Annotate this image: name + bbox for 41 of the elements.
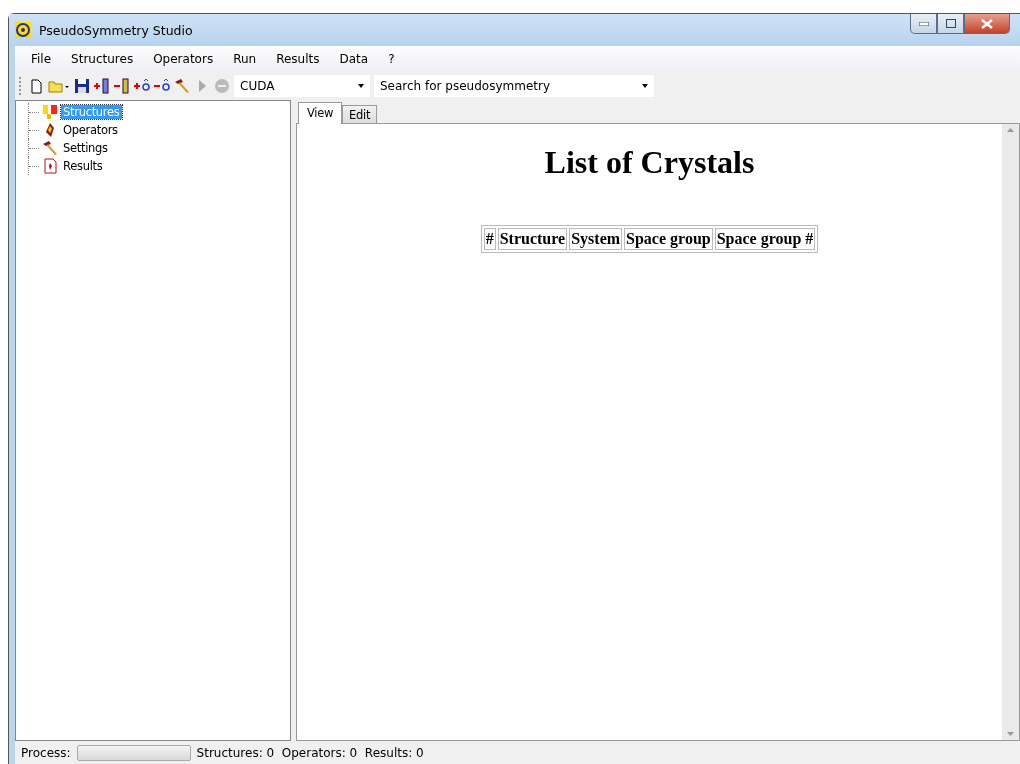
remove-crystal-icon[interactable] bbox=[114, 78, 130, 94]
document-icon bbox=[42, 158, 58, 174]
new-file-icon[interactable] bbox=[28, 78, 44, 94]
hammer-icon[interactable] bbox=[174, 78, 190, 94]
add-operator-icon[interactable] bbox=[134, 78, 150, 94]
add-crystal-icon[interactable] bbox=[94, 78, 110, 94]
column-header: Structure bbox=[497, 228, 568, 250]
dropdown-arrow-icon bbox=[358, 84, 364, 88]
hammer-icon bbox=[42, 140, 58, 156]
maximize-icon bbox=[945, 19, 956, 28]
remove-operator-icon[interactable] bbox=[154, 78, 170, 94]
tree-item[interactable]: Operators bbox=[61, 123, 120, 137]
tab[interactable]: View bbox=[298, 102, 343, 124]
close-button[interactable] bbox=[964, 14, 1010, 34]
column-header: # bbox=[483, 228, 496, 250]
page-heading: List of Crystals bbox=[544, 144, 755, 181]
tree-item[interactable]: Settings bbox=[61, 141, 110, 155]
tree-item[interactable]: Results bbox=[61, 159, 105, 173]
column-header: Space group bbox=[624, 228, 713, 250]
dropdown-arrow-icon bbox=[642, 84, 648, 88]
status-counts: Structures: 0 Operators: 0 Results: 0 bbox=[196, 746, 424, 760]
app-logo-icon bbox=[15, 22, 31, 38]
menu-item[interactable]: ? bbox=[378, 52, 405, 66]
tab[interactable]: Edit bbox=[342, 105, 378, 123]
menu-item[interactable]: Run bbox=[223, 52, 267, 66]
menu-item[interactable]: Data bbox=[329, 52, 379, 66]
mode-dropdown[interactable]: Search for pseudosymmetry bbox=[374, 75, 654, 97]
menu-item[interactable]: Structures bbox=[61, 52, 144, 66]
menu-item[interactable]: Results bbox=[266, 52, 330, 66]
device-dropdown[interactable]: CUDA bbox=[234, 75, 370, 97]
minimize-button[interactable] bbox=[910, 14, 937, 34]
menu-item[interactable]: File bbox=[21, 52, 62, 66]
close-icon bbox=[981, 18, 993, 29]
status-label: Process: bbox=[21, 746, 71, 760]
column-header: Space group # bbox=[714, 228, 816, 250]
save-icon[interactable] bbox=[74, 78, 90, 94]
column-header: System bbox=[569, 228, 623, 250]
minimize-icon bbox=[918, 21, 929, 26]
window-title: PseudoSymmetry Studio bbox=[39, 22, 194, 38]
menu-item[interactable]: Operators bbox=[143, 52, 224, 66]
maximize-button[interactable] bbox=[937, 14, 964, 34]
